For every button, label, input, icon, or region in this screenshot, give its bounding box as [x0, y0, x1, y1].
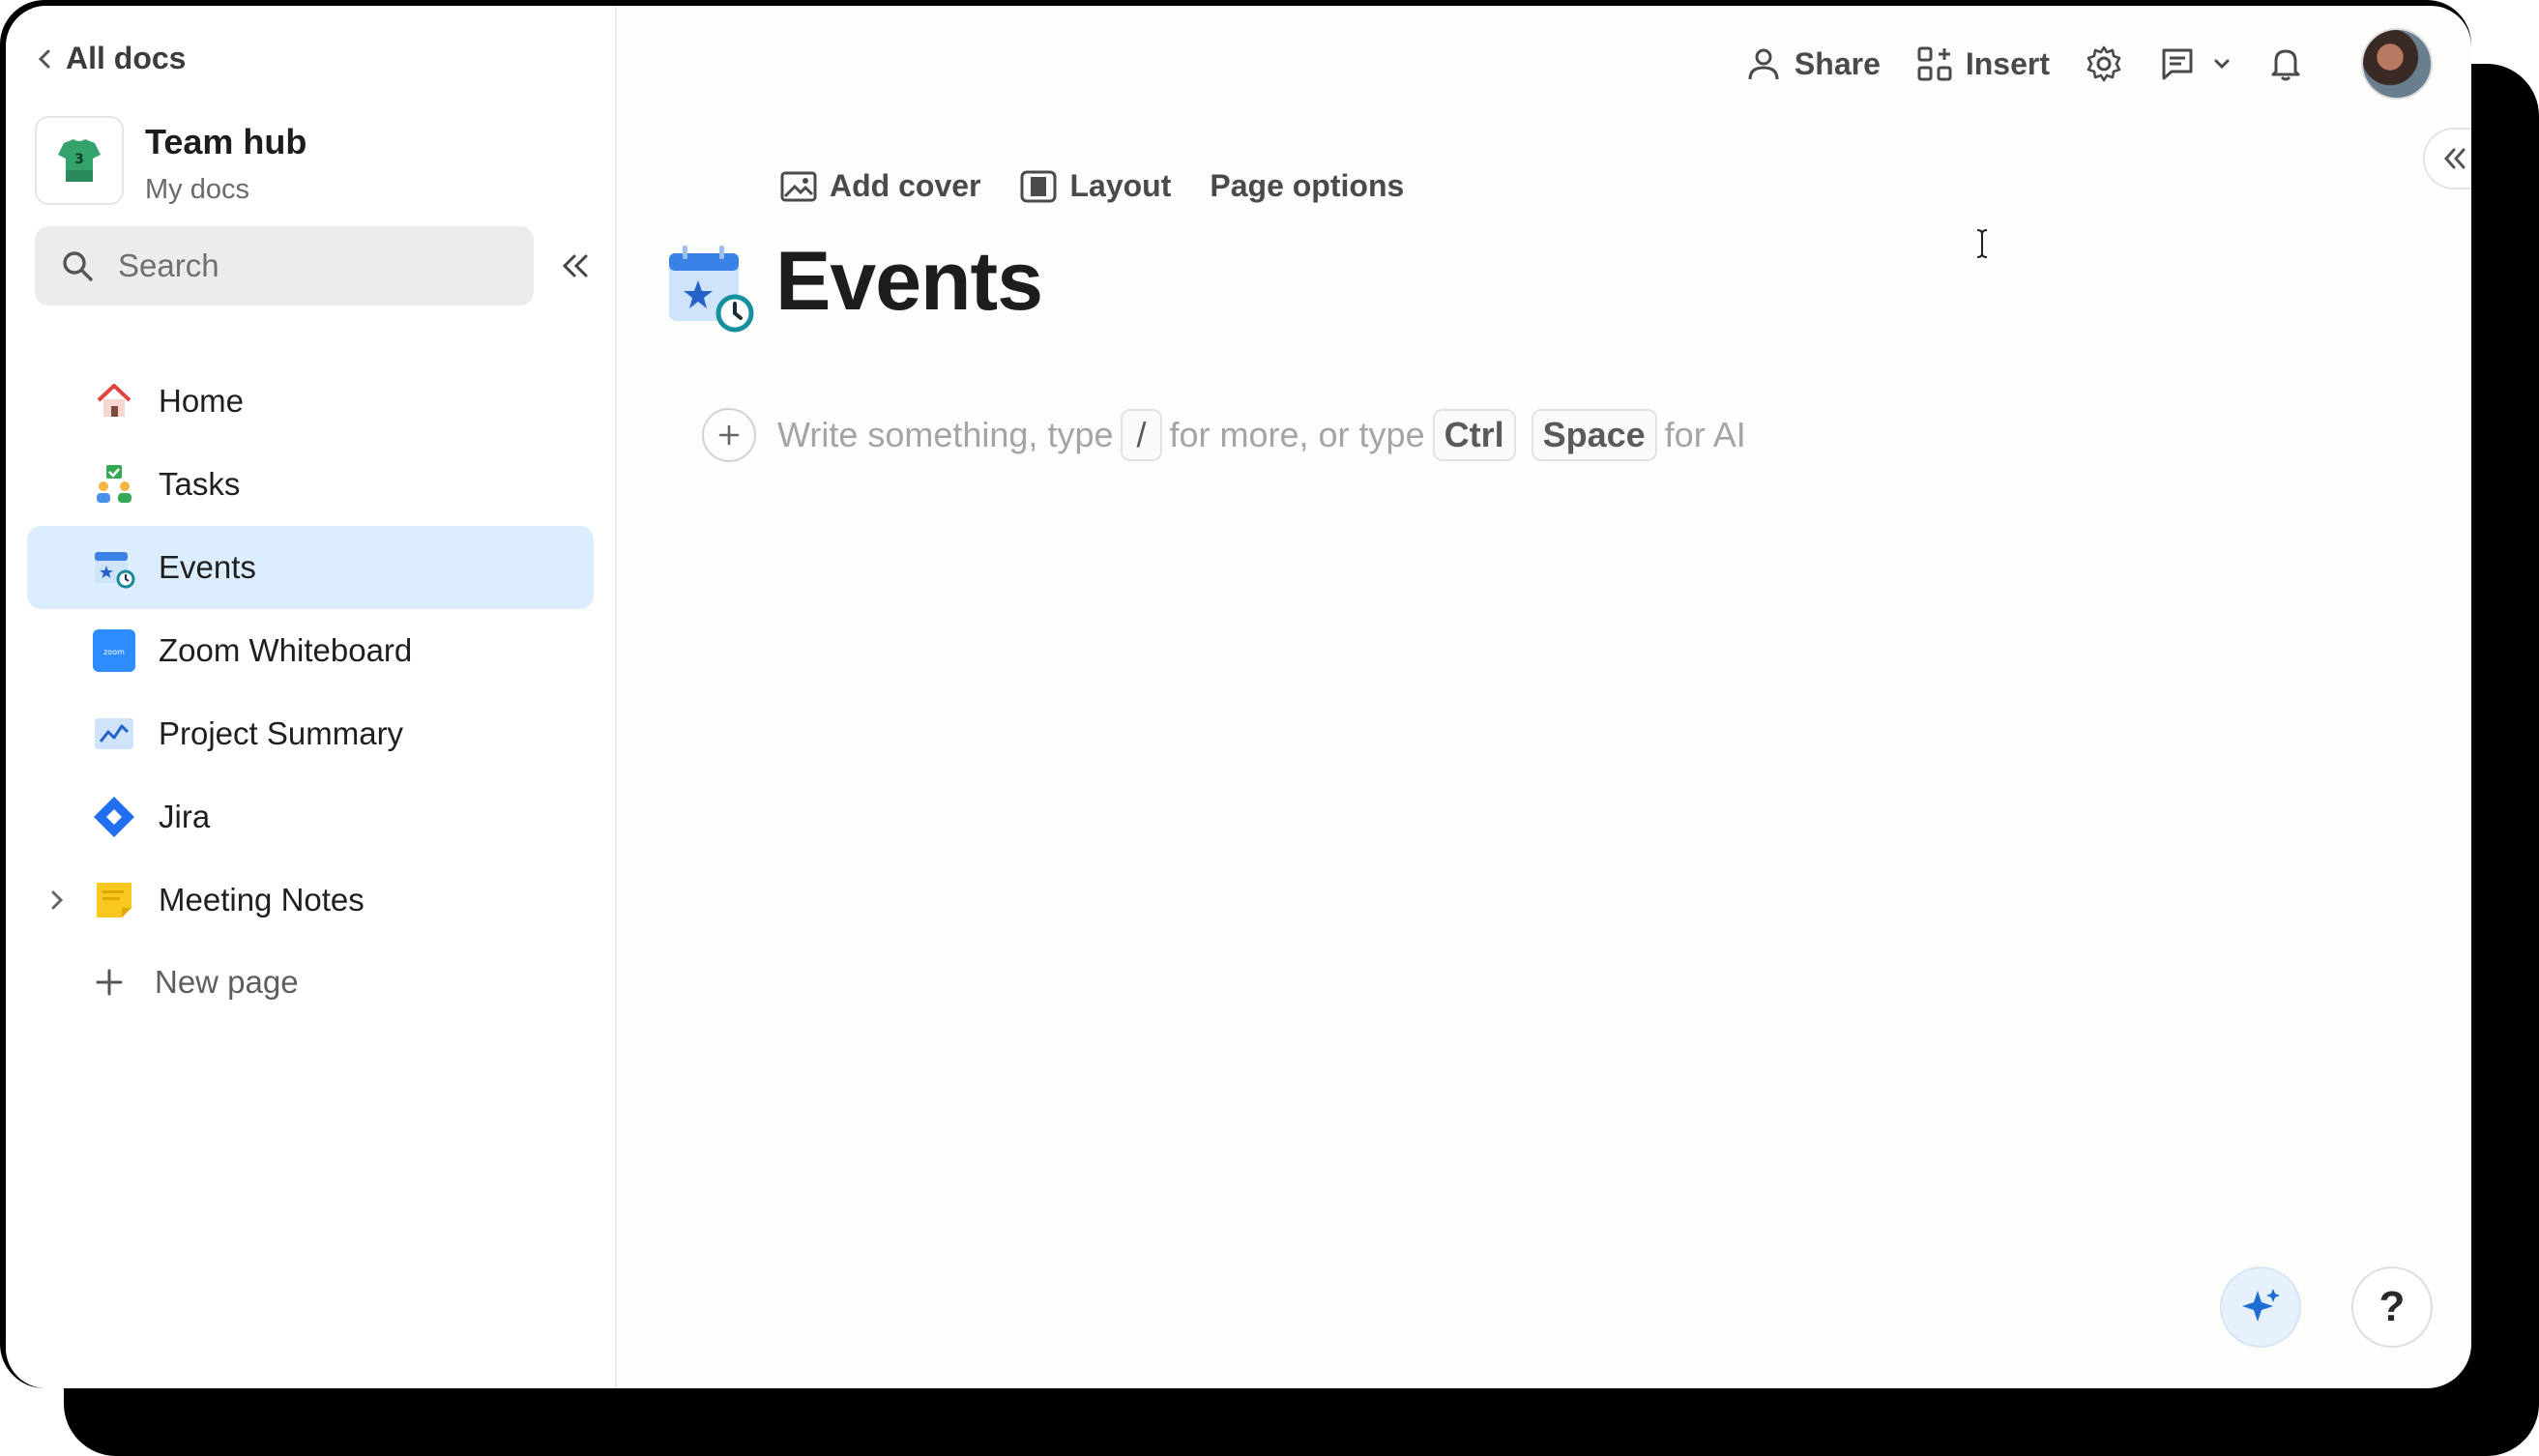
- notifications-button[interactable]: [2266, 44, 2305, 83]
- placeholder-text: Write something, type: [777, 415, 1114, 454]
- right-panel-toggle[interactable]: [2423, 128, 2471, 189]
- svg-text:zoom: zoom: [103, 648, 125, 656]
- svg-text:3: 3: [74, 152, 84, 167]
- sticky-note-icon: [97, 883, 131, 917]
- add-cover-button[interactable]: Add cover: [779, 168, 980, 204]
- sidebar-item-label: Jira: [159, 799, 211, 834]
- user-avatar[interactable]: [2361, 28, 2433, 100]
- double-chevron-left-icon: [2443, 148, 2466, 169]
- text-cursor-icon: [1976, 229, 1988, 258]
- comment-icon: [2162, 48, 2193, 80]
- ai-assistant-button[interactable]: [2220, 1267, 2301, 1348]
- sidebar-item-events[interactable]: Events: [27, 526, 594, 609]
- ctrl-key: Ctrl: [1432, 409, 1516, 461]
- top-toolbar: Share Insert: [1709, 27, 2433, 101]
- help-button[interactable]: ?: [2351, 1267, 2433, 1348]
- sidebar-item-label: Home: [159, 383, 245, 419]
- insert-button[interactable]: Insert: [1915, 44, 2050, 83]
- events-calendar-icon[interactable]: [665, 244, 754, 333]
- app-window: All docs 3 Team hub My docs Search Home …: [0, 0, 2471, 1388]
- sidebar-item-home[interactable]: Home: [27, 360, 594, 443]
- space-key: Space: [1531, 409, 1657, 461]
- sidebar-item-jira[interactable]: Jira: [27, 775, 594, 859]
- zoom-icon: zoom: [93, 629, 135, 672]
- sidebar-item-label: Tasks: [159, 466, 241, 502]
- share-label: Share: [1794, 45, 1881, 81]
- all-docs-label: All docs: [66, 41, 187, 75]
- sidebar-item-tasks[interactable]: Tasks: [27, 443, 594, 526]
- chevron-right-icon[interactable]: [48, 888, 66, 913]
- all-docs-link[interactable]: All docs: [35, 41, 186, 76]
- hub-subtitle: My docs: [145, 174, 249, 205]
- editor-placeholder-line[interactable]: Write something, type / for more, or typ…: [702, 408, 1746, 462]
- slash-key: /: [1121, 409, 1162, 461]
- page-toolbar: Add cover Layout Page options: [779, 168, 1443, 204]
- add-block-button[interactable]: [702, 408, 756, 462]
- gear-icon: [2087, 45, 2121, 82]
- grid-insert-icon: [1917, 46, 1952, 81]
- placeholder-text: for more, or type: [1169, 415, 1425, 454]
- page-title[interactable]: Events: [775, 234, 1043, 330]
- sidebar-item-zoom-whiteboard[interactable]: zoom Zoom Whiteboard: [27, 609, 594, 692]
- chevron-left-icon: [38, 49, 50, 68]
- page-options-button[interactable]: Page options: [1210, 168, 1404, 204]
- jira-icon: [94, 797, 134, 837]
- team-hub-jersey-icon: 3: [58, 139, 101, 182]
- sparkle-icon: [2242, 1289, 2280, 1322]
- hub-title: Team hub: [145, 122, 307, 161]
- layout-button[interactable]: Layout: [1019, 168, 1171, 204]
- search-icon: [63, 251, 93, 281]
- chart-icon: [95, 718, 133, 749]
- settings-button[interactable]: [2085, 44, 2123, 83]
- app-content: All docs 3 Team hub My docs Search Home …: [6, 6, 2471, 1388]
- sidebar-item-label: Events: [159, 549, 256, 585]
- plus-icon: [96, 969, 123, 996]
- comments-button[interactable]: [2158, 44, 2232, 83]
- bell-icon: [2271, 49, 2300, 81]
- sidebar-item-label: Zoom Whiteboard: [159, 632, 413, 668]
- new-page-label: New page: [155, 964, 299, 1000]
- tasks-icon: [97, 465, 131, 503]
- sidebar-nav: Home Tasks Events zoom Zoom Whiteboard P…: [27, 360, 594, 942]
- image-icon: [780, 171, 817, 201]
- collapse-sidebar-icon[interactable]: [559, 249, 592, 282]
- layout-icon: [1020, 170, 1057, 202]
- insert-label: Insert: [1965, 45, 2050, 81]
- placeholder-text: for AI: [1664, 415, 1746, 454]
- add-cover-label: Add cover: [830, 168, 981, 203]
- home-icon: [97, 384, 131, 417]
- person-icon: [1748, 48, 1779, 80]
- sidebar-item-label: Project Summary: [159, 715, 404, 751]
- sidebar-item-label: Meeting Notes: [159, 882, 365, 917]
- chevron-down-icon[interactable]: [2212, 54, 2232, 73]
- sidebar-item-meeting-notes[interactable]: Meeting Notes: [27, 859, 594, 942]
- events-calendar-icon: [95, 552, 135, 589]
- search-box[interactable]: [35, 226, 534, 306]
- sidebar: All docs 3 Team hub My docs Search Home …: [6, 6, 617, 1388]
- page-options-label: Page options: [1210, 168, 1405, 203]
- sidebar-item-project-summary[interactable]: Project Summary: [27, 692, 594, 775]
- layout-label: Layout: [1069, 168, 1172, 203]
- team-hub-logo[interactable]: 3: [35, 116, 124, 205]
- search-input[interactable]: [116, 247, 507, 285]
- plus-icon: [718, 424, 740, 446]
- share-button[interactable]: Share: [1744, 44, 1881, 83]
